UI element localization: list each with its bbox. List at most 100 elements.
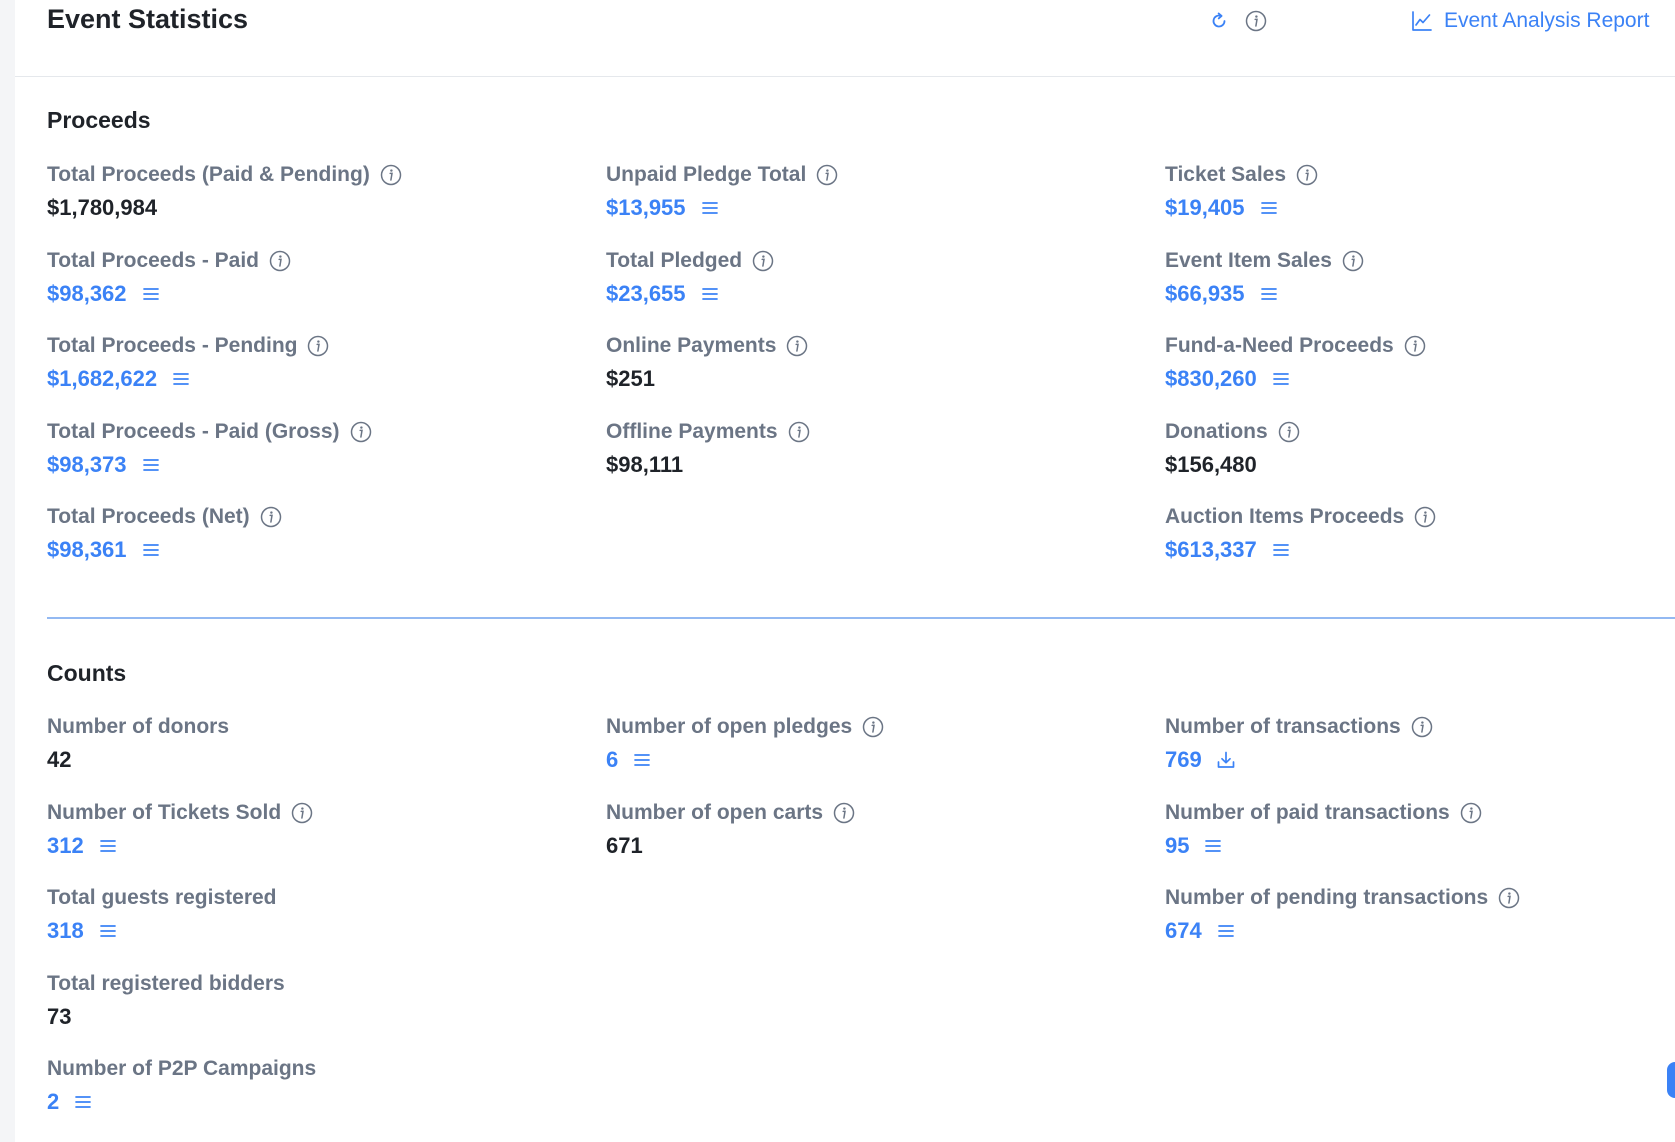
stat-value-text[interactable]: 6 [606,747,618,773]
stat-value[interactable]: $830,260 [1165,363,1426,395]
list-icon[interactable] [1271,369,1291,389]
info-icon[interactable] [862,716,884,738]
stat-label-text: Total Proceeds (Net) [47,505,250,528]
info-icon[interactable] [1411,716,1433,738]
stat-label: Fund-a-Need Proceeds [1165,331,1426,361]
list-icon[interactable] [700,198,720,218]
stat-value[interactable]: 674 [1165,915,1520,947]
info-icon[interactable] [1498,887,1520,909]
stat-value-text: $156,480 [1165,451,1257,477]
stat-auction-items-proceeds: Auction Items Proceeds $613,337 [1165,502,1436,566]
stat-value-text[interactable]: 318 [47,918,84,944]
stat-label: Number of open carts [606,798,855,828]
event-statistics-panel: Event Statistics Event Analysis Report P… [15,0,1675,1142]
info-icon[interactable] [307,335,329,357]
list-icon[interactable] [1259,198,1279,218]
list-icon[interactable] [632,750,652,770]
stat-label-text: Ticket Sales [1165,163,1287,186]
list-icon[interactable] [141,540,161,560]
stat-value[interactable]: $98,362 [47,278,291,310]
stat-label: Auction Items Proceeds [1165,502,1436,532]
stat-label-text: Total guests registered [47,886,277,909]
stat-value[interactable]: $1,682,622 [47,363,329,395]
stat-label-text: Fund-a-Need Proceeds [1165,334,1394,357]
stat-value[interactable]: $13,955 [606,192,838,224]
info-icon[interactable] [752,250,774,272]
info-icon[interactable] [1460,802,1482,824]
stat-label: Total Proceeds (Net) [47,502,282,532]
stat-value[interactable]: $98,373 [47,449,372,481]
list-icon[interactable] [141,284,161,304]
stat-label-text: Number of donors [47,715,229,738]
info-icon[interactable] [788,421,810,443]
stat-number-of-transactions: Number of transactions 769 [1165,712,1433,776]
list-icon[interactable] [700,284,720,304]
info-icon[interactable] [269,250,291,272]
info-icon[interactable] [1296,164,1318,186]
stat-value-text[interactable]: $98,362 [47,281,127,307]
stat-label: Total registered bidders [47,969,285,999]
stat-number-of-paid-transactions: Number of paid transactions 95 [1165,798,1482,862]
stat-value-text[interactable]: 769 [1165,747,1202,773]
info-icon[interactable] [1278,421,1300,443]
stat-value-text[interactable]: $1,682,622 [47,366,157,392]
info-icon[interactable] [350,421,372,443]
stat-value-text[interactable]: $19,405 [1165,195,1245,221]
stat-value-text[interactable]: $23,655 [606,281,686,307]
list-icon[interactable] [98,921,118,941]
stat-value[interactable]: $613,337 [1165,534,1436,566]
info-icon[interactable] [786,335,808,357]
stat-value[interactable]: 95 [1165,830,1482,862]
list-icon[interactable] [73,1092,93,1112]
info-icon[interactable] [816,164,838,186]
stat-value-text[interactable]: $613,337 [1165,537,1257,563]
list-icon[interactable] [1271,540,1291,560]
stat-value[interactable]: $66,935 [1165,278,1364,310]
event-analysis-report-link[interactable]: Event Analysis Report [1410,6,1649,36]
scroll-handle[interactable] [1667,1062,1675,1098]
stat-value[interactable]: 2 [47,1086,316,1118]
stat-label: Total Proceeds - Paid [47,246,291,276]
stat-label-text: Number of paid transactions [1165,800,1450,824]
info-icon[interactable] [1414,506,1436,528]
stat-label-text: Total Proceeds - Pending [47,334,298,357]
stat-value[interactable]: $98,361 [47,534,282,566]
stat-value-text[interactable]: 2 [47,1089,59,1115]
stat-value-text[interactable]: 674 [1165,918,1202,944]
stat-value[interactable]: 6 [606,744,884,776]
info-icon[interactable] [1404,335,1426,357]
stat-label: Offline Payments [606,417,810,447]
list-icon[interactable] [1216,921,1236,941]
info-icon[interactable] [380,164,402,186]
stat-label-text: Number of transactions [1165,715,1401,738]
list-icon[interactable] [141,455,161,475]
info-icon[interactable] [1244,9,1268,33]
info-icon[interactable] [1342,250,1364,272]
stat-label-text: Total registered bidders [47,971,285,995]
list-icon[interactable] [98,836,118,856]
stat-value-text[interactable]: $830,260 [1165,366,1257,392]
download-icon[interactable] [1216,750,1236,770]
stat-value-text[interactable]: $13,955 [606,195,686,221]
stat-label: Ticket Sales [1165,160,1318,190]
stat-value[interactable]: $19,405 [1165,192,1318,224]
stat-value-text[interactable]: $98,373 [47,452,127,478]
section-divider [47,617,1675,619]
list-icon[interactable] [1203,836,1223,856]
stat-value[interactable]: 769 [1165,744,1433,776]
info-icon[interactable] [291,802,313,824]
list-icon[interactable] [1259,284,1279,304]
stat-value-text[interactable]: 312 [47,833,84,859]
list-icon[interactable] [171,369,191,389]
stat-unpaid-pledge-total: Unpaid Pledge Total $13,955 [606,160,838,224]
info-icon[interactable] [833,802,855,824]
stat-value[interactable]: $23,655 [606,278,774,310]
stat-value-text[interactable]: $66,935 [1165,281,1245,307]
stat-value[interactable]: 318 [47,915,277,947]
refresh-icon[interactable] [1207,9,1231,33]
stat-value-text[interactable]: 95 [1165,833,1189,859]
stat-value[interactable]: 312 [47,830,313,862]
stat-value-text[interactable]: $98,361 [47,537,127,563]
stat-label: Number of donors [47,712,229,742]
info-icon[interactable] [260,506,282,528]
